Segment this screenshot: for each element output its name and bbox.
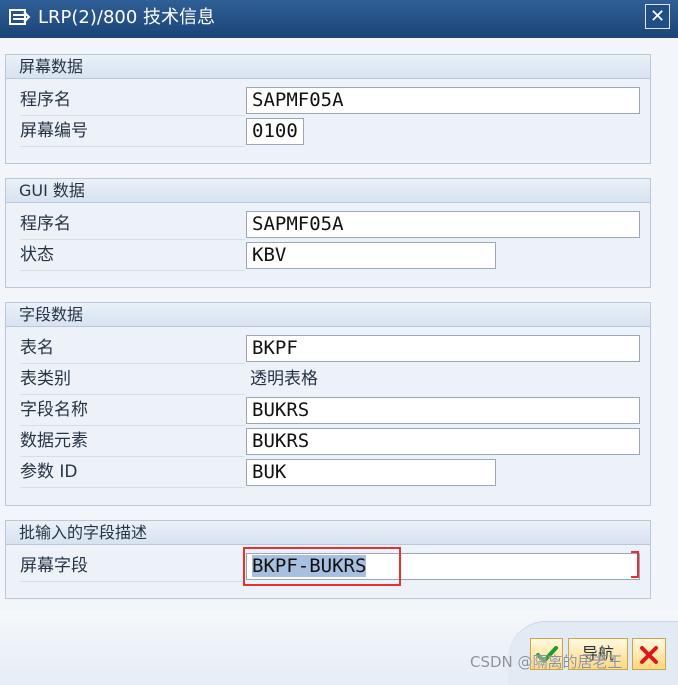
screen-field-row: 屏幕字段 BKPF-BUKRS xyxy=(6,551,650,582)
status-field[interactable]: KBV xyxy=(246,242,496,269)
screen-data-group: 屏幕数据 程序名 SAPMF05A 屏幕编号 0100 xyxy=(5,54,651,164)
batch-input-group: 批输入的字段描述 屏幕字段 BKPF-BUKRS xyxy=(5,520,651,599)
close-icon: ✕ xyxy=(649,6,666,27)
gui-program-row: 程序名 SAPMF05A xyxy=(6,209,650,240)
gui-program-label: 程序名 xyxy=(20,209,245,240)
parameter-id-field[interactable]: BUK xyxy=(246,459,496,486)
field-data-group: 字段数据 表名 BKPF 表类别 透明表格 字段名称 BUKRS 数据元素 BU… xyxy=(5,302,651,506)
close-button[interactable]: ✕ xyxy=(645,4,670,29)
table-name-row: 表名 BKPF xyxy=(6,333,650,364)
dialog-title: LRP(2)/800 技术信息 xyxy=(38,7,216,28)
data-element-label: 数据元素 xyxy=(20,426,245,457)
csdn-watermark: CSDN @隔离的居老王 xyxy=(470,653,623,671)
screen-field-input[interactable]: BKPF-BUKRS xyxy=(246,553,640,580)
field-name-row: 字段名称 BUKRS xyxy=(6,395,650,426)
table-category-label: 表类别 xyxy=(20,364,245,395)
screen-number-row: 屏幕编号 0100 xyxy=(6,116,650,147)
screen-field-label: 屏幕字段 xyxy=(20,551,245,582)
parameter-id-row: 参数 ID BUK xyxy=(6,457,650,488)
batch-input-header: 批输入的字段描述 xyxy=(6,521,650,545)
table-name-field[interactable]: BKPF xyxy=(246,335,640,362)
field-name-label: 字段名称 xyxy=(20,395,245,426)
selected-screen-field-text: BKPF-BUKRS xyxy=(252,555,367,577)
screen-number-field[interactable]: 0100 xyxy=(246,118,304,145)
gui-program-field[interactable]: SAPMF05A xyxy=(246,211,640,238)
table-category-row: 表类别 透明表格 xyxy=(6,364,650,395)
parameter-id-label: 参数 ID xyxy=(20,457,245,488)
field-name-field[interactable]: BUKRS xyxy=(246,397,640,424)
gui-data-header: GUI 数据 xyxy=(6,179,650,203)
gui-data-group: GUI 数据 程序名 SAPMF05A 状态 KBV xyxy=(5,178,651,288)
field-data-header: 字段数据 xyxy=(6,303,650,327)
dialog-title-bar: LRP(2)/800 技术信息 ✕ xyxy=(0,0,678,38)
screen-data-header: 屏幕数据 xyxy=(6,55,650,79)
status-row: 状态 KBV xyxy=(6,240,650,271)
data-element-field[interactable]: BUKRS xyxy=(246,428,640,455)
program-name-row: 程序名 SAPMF05A xyxy=(6,85,650,116)
table-name-label: 表名 xyxy=(20,333,245,364)
program-name-field[interactable]: SAPMF05A xyxy=(246,87,640,114)
highlight-bracket xyxy=(631,551,639,578)
data-element-row: 数据元素 BUKRS xyxy=(6,426,650,457)
status-label: 状态 xyxy=(20,240,245,271)
technical-info-icon xyxy=(9,9,31,27)
program-name-label: 程序名 xyxy=(20,85,245,116)
screen-number-label: 屏幕编号 xyxy=(20,116,245,147)
table-category-value: 透明表格 xyxy=(250,369,318,389)
